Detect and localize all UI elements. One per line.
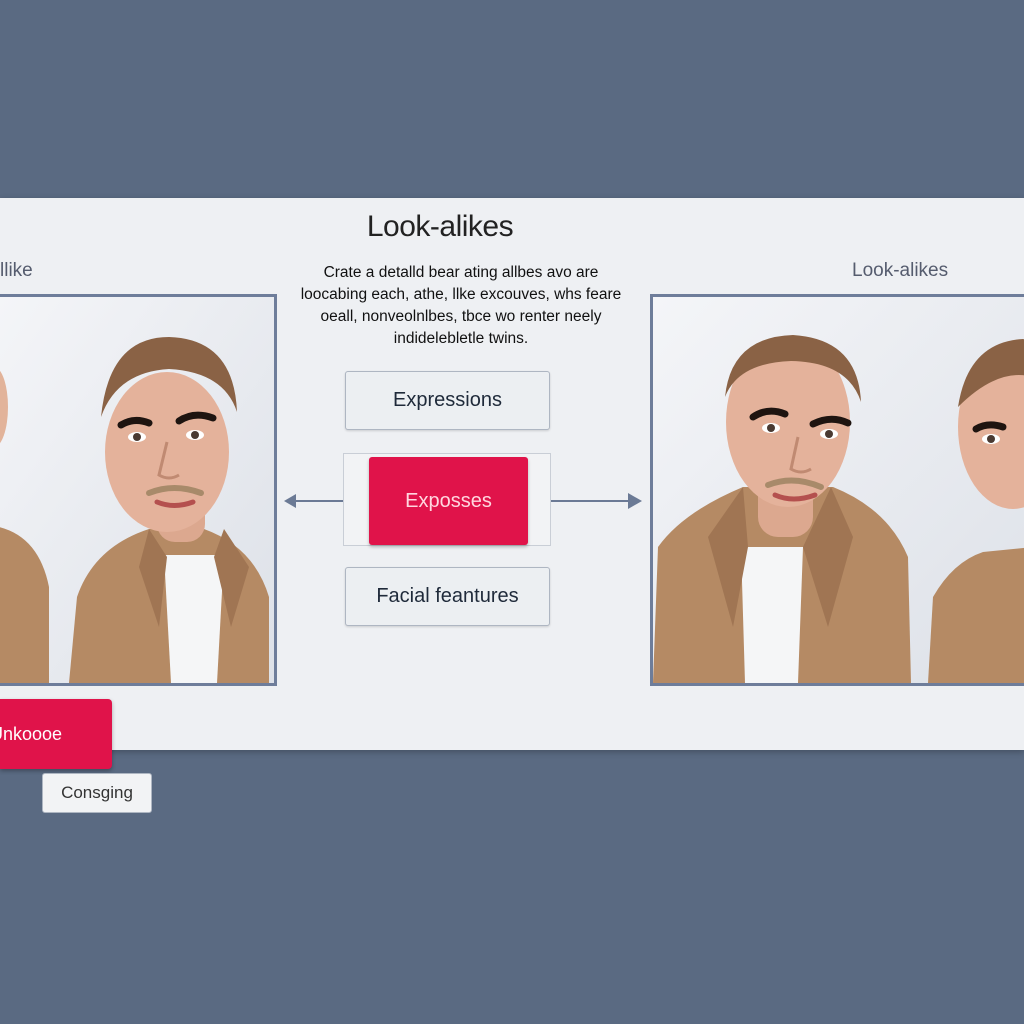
expressions-button[interactable]: Expressions	[345, 371, 550, 430]
left-portrait-image	[0, 297, 274, 683]
primary-action-button[interactable]: Exposses	[369, 457, 528, 545]
left-photo-frame	[0, 294, 277, 686]
right-photo-frame	[650, 294, 1024, 686]
bottom-action-button[interactable]: Unkoooe	[0, 699, 112, 769]
description-text: Crate a detalld bear ating allbes avo ar…	[300, 264, 622, 347]
page-title: Look-alikes	[366, 210, 514, 243]
double-arrow-right-icon	[536, 493, 642, 509]
right-portrait-image	[653, 297, 1024, 683]
secondary-button[interactable]: Consging	[42, 773, 152, 813]
left-panel-label: llike	[0, 260, 33, 281]
bottom-action-label: Unkoooe	[0, 723, 63, 744]
facial-features-button[interactable]: Facial feantures	[345, 567, 550, 626]
right-panel-label: Look-alikes	[852, 260, 949, 281]
